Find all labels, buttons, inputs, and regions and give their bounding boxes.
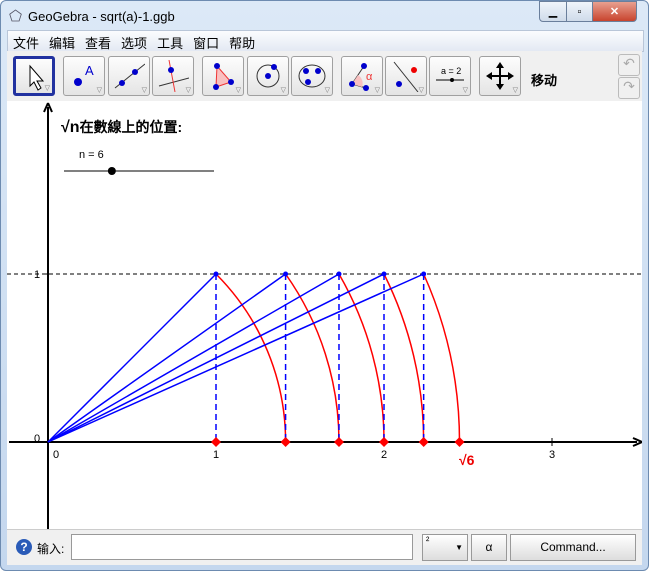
greek-button[interactable]: α bbox=[471, 534, 507, 561]
sqrt-point bbox=[379, 437, 389, 447]
active-tool-label: 移动 bbox=[531, 73, 558, 88]
move-tool[interactable]: ▽ bbox=[13, 56, 55, 96]
arc bbox=[383, 273, 425, 443]
svg-text:α: α bbox=[366, 71, 373, 83]
top-point bbox=[283, 271, 289, 277]
hypotenuse-line bbox=[47, 273, 340, 443]
move-graphics-view-tool[interactable]: ▽ bbox=[479, 56, 521, 96]
svg-text:a = 2: a = 2 bbox=[441, 66, 461, 76]
chevron-down-icon: ▼ bbox=[455, 543, 463, 552]
sqrt-point bbox=[454, 437, 465, 447]
close-button[interactable]: ✕ bbox=[592, 1, 637, 22]
line-tool[interactable]: ▽ bbox=[108, 56, 150, 96]
hypotenuse-line bbox=[47, 273, 287, 443]
heading: √n在數線上的位置: bbox=[61, 117, 182, 137]
y-tick-label: 1 bbox=[34, 269, 40, 281]
reflect-tool[interactable]: ▽ bbox=[385, 56, 427, 96]
sqrt-point bbox=[418, 437, 429, 447]
dropdown-value: ² bbox=[426, 536, 430, 547]
menu-file[interactable]: 文件 bbox=[8, 31, 44, 51]
maximize-button[interactable]: ▫ bbox=[566, 1, 593, 22]
y-tick-label: 0 bbox=[34, 433, 40, 445]
symbol-dropdown[interactable]: ² ▼ bbox=[422, 534, 468, 561]
hypotenuse-line bbox=[47, 273, 424, 443]
minimize-button[interactable]: ▁ bbox=[539, 1, 567, 22]
input-label: 输入: bbox=[37, 542, 65, 556]
hypotenuse-line bbox=[47, 273, 217, 443]
graphics-view[interactable]: 0 1 2 3 0 1 √n在數線上的位置: n = 6 √6 bbox=[7, 101, 642, 529]
x-tick-label: 0 bbox=[53, 449, 59, 461]
conic-tool[interactable]: ▽ bbox=[291, 56, 333, 96]
menu-window[interactable]: 窗口 bbox=[188, 31, 224, 51]
top-point bbox=[213, 271, 219, 277]
title-bar: ⬠ GeoGebra - sqrt(a)-1.ggb bbox=[9, 7, 175, 25]
x-tick-label: 3 bbox=[549, 449, 555, 461]
menu-help[interactable]: 帮助 bbox=[224, 31, 260, 51]
slider-tool[interactable]: a = 2 ▽ bbox=[429, 56, 471, 96]
app-window: ⬠ GeoGebra - sqrt(a)-1.ggb ▁ ▫ ✕ 文件 编辑 查… bbox=[0, 0, 649, 571]
arc bbox=[422, 273, 461, 443]
sqrt-point bbox=[211, 437, 221, 447]
x-tick-label: 1 bbox=[213, 449, 219, 461]
input-bar: ? 输入: ² ▼ α Command... bbox=[7, 529, 642, 565]
input-field[interactable] bbox=[71, 534, 413, 560]
graphics-svg: 0 1 2 3 0 1 bbox=[7, 102, 642, 529]
slider-handle[interactable] bbox=[107, 167, 116, 175]
slider-label: n = 6 bbox=[79, 149, 104, 161]
menu-bar: 文件 编辑 查看 选项 工具 窗口 帮助 bbox=[7, 30, 644, 52]
toolbar: ▽ A ▽ ▽ ▽ ▽ ▽ ▽ α ▽ ▽ a = 2 ▽ ▽ 移动 ↶ ↷ bbox=[7, 51, 642, 101]
heading-text: 在數線上的位置: bbox=[79, 119, 183, 135]
menu-tools[interactable]: 工具 bbox=[152, 31, 188, 51]
angle-tool[interactable]: α ▽ bbox=[341, 56, 383, 96]
undo-button[interactable]: ↶ bbox=[618, 54, 640, 76]
point-tool[interactable]: A ▽ bbox=[63, 56, 105, 96]
x-tick-label: 2 bbox=[381, 449, 387, 461]
arc bbox=[284, 273, 340, 443]
top-point bbox=[381, 271, 387, 277]
help-icon[interactable]: ? bbox=[16, 539, 32, 555]
svg-text:A: A bbox=[85, 63, 94, 78]
sqrt-point bbox=[280, 437, 291, 447]
command-dropdown[interactable]: Command... bbox=[510, 534, 636, 561]
redo-button[interactable]: ↷ bbox=[618, 77, 640, 99]
polygon-tool[interactable]: ▽ bbox=[202, 56, 244, 96]
sqrt-label: √6 bbox=[459, 452, 475, 468]
menu-edit[interactable]: 编辑 bbox=[44, 31, 80, 51]
menu-view[interactable]: 查看 bbox=[80, 31, 116, 51]
sqrt-point bbox=[333, 437, 344, 447]
circle-tool[interactable]: ▽ bbox=[247, 56, 289, 96]
heading-symbol: √n bbox=[61, 119, 80, 136]
arc bbox=[338, 273, 385, 443]
menu-options[interactable]: 选项 bbox=[116, 31, 152, 51]
window-title: GeoGebra - sqrt(a)-1.ggb bbox=[28, 8, 175, 24]
geogebra-logo-icon: ⬠ bbox=[9, 8, 23, 25]
top-point bbox=[336, 271, 342, 277]
perpendicular-line-tool[interactable]: ▽ bbox=[152, 56, 194, 96]
top-point bbox=[421, 271, 427, 277]
